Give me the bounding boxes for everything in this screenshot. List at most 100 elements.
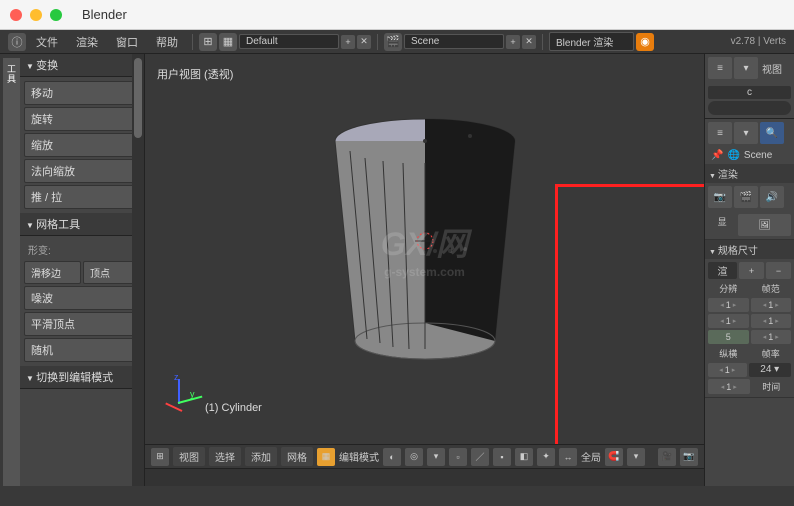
render-engine-selector[interactable]: Blender 渲染 [549,32,634,51]
limit-selection-icon[interactable]: ◧ [515,448,533,466]
noise-button[interactable]: 噪波 [24,286,140,310]
shading-sphere-icon[interactable]: ◐ [383,448,401,466]
preset-add-button[interactable]: + [739,262,764,279]
viewport-label: 用户视图 (透视) [157,66,233,82]
frame-range-label: 帧范 [751,281,792,296]
tool-shelf-scrollbar[interactable] [132,54,144,486]
mode-selector[interactable]: 编辑模式 [339,449,379,464]
maximize-window-button[interactable] [50,9,62,21]
layer-icon[interactable]: ▾ [427,448,445,466]
aspect-label: 纵横 [708,346,749,361]
menu-help[interactable]: 帮助 [148,32,186,52]
edge-select-icon[interactable]: ／ [471,448,489,466]
rotate-button[interactable]: 旋转 [24,107,140,131]
timeline[interactable] [145,468,704,486]
res-y-field[interactable]: ◂1▸ [708,314,749,328]
render-still-icon[interactable]: 📷 [708,186,732,208]
edge-slide-button[interactable]: 滑移边 [24,261,81,284]
3d-viewport[interactable]: 用户视图 (透视) [145,54,704,444]
fps-field[interactable]: 24 ▾ [749,363,792,377]
normal-scale-button[interactable]: 法向缩放 [24,159,140,183]
tool-shelf-tabs: 工具 创建 UV 着色 选项 蜡笔 关系 [0,54,20,486]
push-pull-button[interactable]: 推 / 拉 [24,185,140,209]
res-pct-field[interactable]: 5 [708,330,749,344]
menu-file[interactable]: 文件 [28,32,66,52]
view-slider[interactable]: c [708,86,791,99]
outliner-scene-label: Scene [744,150,772,161]
close-window-button[interactable] [10,9,22,21]
properties-panel: ≡ ▾ 视图 c ≡ ▾ 🔍 📌 🌐 Scene 渲染 📷 🎬 🔊 [704,54,794,486]
tool-shelf: 变换 移动 旋转 缩放 法向缩放 推 / 拉 网格工具 形变: 滑移边 顶点 噪… [20,54,145,486]
vert-select-icon[interactable]: ▫ [449,448,467,466]
dimensions-section-header[interactable]: 规格尺寸 [705,240,794,259]
scale-button[interactable]: 缩放 [24,133,140,157]
display-mode-icon[interactable]: 🖼 [738,214,791,236]
render-audio-icon[interactable]: 🔊 [760,186,784,208]
minimize-window-button[interactable] [30,9,42,21]
translate-button[interactable]: 移动 [24,81,140,105]
screen-layout-icon[interactable]: ⊞ [199,33,217,51]
transform-panel-header[interactable]: 变换 [20,54,144,77]
editor-type-icon[interactable]: ⊞ [151,448,169,466]
vh-menu-view[interactable]: 视图 [173,447,205,466]
translate-gizmo-icon[interactable]: ↔ [559,448,577,466]
layout-add-button[interactable]: + [341,35,355,49]
frame-end-field[interactable]: ◂1▸ [751,314,792,328]
vh-menu-add[interactable]: 添加 [245,447,277,466]
orientation-selector[interactable]: 全局 [581,449,601,464]
tab-create[interactable]: 创建 [0,58,3,486]
render-image-icon[interactable]: 📷 [680,448,698,466]
scene-selector[interactable]: Scene [404,34,504,49]
resolution-label: 分辨 [708,281,749,296]
aspect-y-field[interactable]: ◂1▸ [708,379,750,394]
view-dropdown-icon[interactable]: ▾ [734,57,758,79]
frame-step-field[interactable]: ◂1▸ [751,330,792,344]
layout-selector[interactable]: Default [239,34,339,49]
mode-icon[interactable]: ▦ [317,448,335,466]
time-remap-label: 时间 [752,379,792,394]
preset-remove-button[interactable]: − [766,262,791,279]
display-label: 显 [708,214,736,236]
random-button[interactable]: 随机 [24,338,140,362]
vh-menu-mesh[interactable]: 网格 [281,447,313,466]
render-preset-selector[interactable]: 渲 [708,262,737,279]
info-editor-icon[interactable]: ⓘ [8,33,26,51]
snap-icon[interactable]: 🧲 [605,448,623,466]
render-section-header[interactable]: 渲染 [705,164,794,183]
frame-start-field[interactable]: ◂1▸ [751,298,792,312]
face-select-icon[interactable]: ▪ [493,448,511,466]
mesh-tools-panel-header[interactable]: 网格工具 [20,213,144,236]
res-x-field[interactable]: ◂1▸ [708,298,749,312]
edit-mode-panel-header[interactable]: 切换到编辑模式 [20,366,144,389]
outliner-filter-icon[interactable]: 🔍 [760,122,784,144]
layout-delete-button[interactable]: ✕ [357,35,371,49]
pivot-icon[interactable]: ◎ [405,448,423,466]
top-menubar: ⓘ 文件 渲染 窗口 帮助 ⊞ ▦ Default + ✕ 🎬 Scene + … [0,30,794,54]
scene-delete-button[interactable]: ✕ [522,35,536,49]
render-preview-icon[interactable]: 🎥 [658,448,676,466]
snap-target-icon[interactable]: ▾ [627,448,645,466]
outliner-scene-row[interactable]: 📌 🌐 Scene [705,147,794,164]
vh-menu-select[interactable]: 选择 [209,447,241,466]
screen-browse-icon[interactable]: ▦ [219,33,237,51]
n-panel-icon[interactable]: ≡ [708,57,732,79]
world-icon: 🌐 [727,150,739,161]
view-label: 视图 [760,57,784,80]
annotation-highlight-box [555,184,704,444]
pin-icon[interactable]: 📌 [711,150,723,161]
menu-render[interactable]: 渲染 [68,32,106,52]
manipulator-icon[interactable]: ✦ [537,448,555,466]
window-titlebar: Blender [0,0,794,30]
outliner-editor-icon[interactable]: ≡ [708,122,732,144]
aspect-x-field[interactable]: ◂1▸ [708,363,747,377]
framerate-label: 帧率 [751,346,792,361]
menu-window[interactable]: 窗口 [108,32,146,52]
outliner-display-icon[interactable]: ▾ [734,122,758,144]
scene-add-button[interactable]: + [506,35,520,49]
render-anim-icon[interactable]: 🎬 [734,186,758,208]
scene-icon[interactable]: 🎬 [384,33,402,51]
zoom-slider[interactable] [708,101,791,115]
smooth-vertex-button[interactable]: 平滑顶点 [24,312,140,336]
tab-tools[interactable]: 工具 [3,58,20,486]
deform-label: 形变: [24,240,140,259]
